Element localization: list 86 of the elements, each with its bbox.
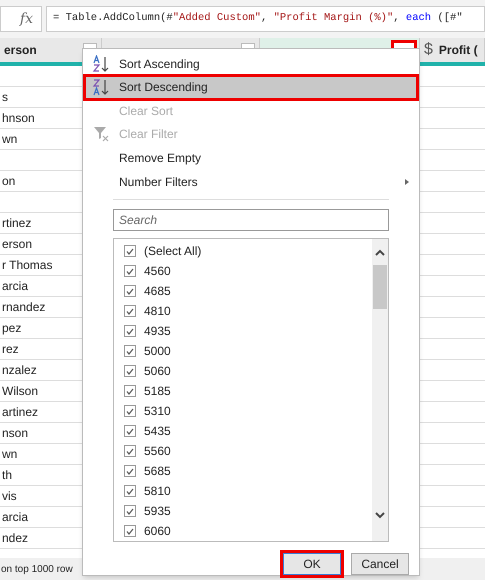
ok-button[interactable]: OK bbox=[283, 553, 341, 576]
clear-filter-icon bbox=[93, 126, 109, 142]
table-cell-text: s bbox=[2, 89, 8, 106]
value-label: 5060 bbox=[144, 363, 171, 380]
table-cell-text: rtinez bbox=[2, 215, 32, 232]
table-cell-text: vis bbox=[2, 488, 17, 505]
checkmark-icon bbox=[126, 288, 134, 295]
checkbox[interactable] bbox=[124, 525, 136, 538]
menu-item[interactable]: Number Filters bbox=[85, 170, 417, 194]
checkmark-icon bbox=[126, 248, 134, 255]
table-cell-text: on bbox=[2, 173, 16, 190]
value-label: 6060 bbox=[144, 523, 171, 540]
checkbox[interactable] bbox=[124, 365, 136, 378]
value-label: 5000 bbox=[144, 343, 171, 360]
value-label: 5810 bbox=[144, 483, 171, 500]
table-cell-text: arcia bbox=[2, 509, 28, 526]
checkmark-icon bbox=[126, 328, 134, 335]
value-label: 4935 bbox=[144, 323, 171, 340]
checkbox[interactable] bbox=[124, 485, 136, 498]
table-cell-text: rnandez bbox=[2, 299, 46, 316]
checkmark-icon bbox=[126, 488, 134, 495]
table-cell-text: pez bbox=[2, 320, 22, 337]
value-label: 5935 bbox=[144, 503, 171, 520]
value-label: 5685 bbox=[144, 463, 171, 480]
value-label: 4560 bbox=[144, 263, 171, 280]
checkbox[interactable] bbox=[124, 465, 136, 478]
value-label: 5435 bbox=[144, 423, 171, 440]
checkbox[interactable] bbox=[124, 345, 136, 358]
checkbox[interactable] bbox=[124, 385, 136, 398]
status-text: on top 1000 row bbox=[1, 562, 73, 576]
currency-symbol: $ bbox=[424, 40, 433, 60]
table-cell-text: ndez bbox=[2, 530, 28, 547]
checkbox[interactable] bbox=[124, 445, 136, 458]
checkbox[interactable] bbox=[124, 245, 136, 258]
checkmark-icon bbox=[126, 428, 134, 435]
checkbox[interactable] bbox=[124, 285, 136, 298]
table-cell-text: hnson bbox=[2, 110, 35, 127]
checkbox[interactable] bbox=[124, 405, 136, 418]
menu-item[interactable]: Sort Ascending bbox=[85, 52, 417, 76]
chevron-down-icon[interactable] bbox=[375, 511, 385, 520]
cancel-button[interactable]: Cancel bbox=[351, 553, 409, 576]
table-cell-text: r Thomas bbox=[2, 257, 52, 274]
checkbox[interactable] bbox=[124, 265, 136, 278]
submenu-arrow-icon bbox=[405, 178, 409, 185]
table-cell-text: artinez bbox=[2, 404, 38, 421]
formula-field[interactable]: = Table.AddColumn(#"Added Custom", "Profit Margin (%)", each ([#" bbox=[46, 6, 485, 32]
value-label: 4685 bbox=[144, 283, 171, 300]
checkbox[interactable] bbox=[124, 325, 136, 338]
value-label: 5560 bbox=[144, 443, 171, 460]
checkmark-icon bbox=[126, 408, 134, 415]
chevron-up-icon[interactable] bbox=[375, 249, 385, 258]
table-cell-text: arcia bbox=[2, 278, 28, 295]
checkmark-icon bbox=[126, 308, 134, 315]
table-cell-text: erson bbox=[2, 236, 32, 253]
table-cell-text: rez bbox=[2, 341, 19, 358]
checkmark-icon bbox=[126, 508, 134, 515]
checkmark-icon bbox=[126, 468, 134, 475]
sort-ascending-icon bbox=[92, 54, 110, 73]
checkmark-icon bbox=[126, 528, 134, 535]
checkmark-icon bbox=[126, 348, 134, 355]
checkmark-icon bbox=[126, 368, 134, 375]
value-label: 5185 bbox=[144, 383, 171, 400]
sort-descending-icon bbox=[92, 78, 110, 96]
table-cell-text: nzalez bbox=[2, 362, 37, 379]
value-label: (Select All) bbox=[144, 243, 202, 260]
search-field[interactable]: Search bbox=[113, 209, 389, 232]
checkmark-icon bbox=[126, 448, 134, 455]
checkbox[interactable] bbox=[124, 505, 136, 518]
scrollbar-thumb[interactable] bbox=[373, 265, 387, 310]
function-label: fx bbox=[20, 10, 33, 28]
table-cell-text: nson bbox=[2, 425, 28, 442]
scrollbar[interactable] bbox=[372, 239, 388, 542]
column-header: Profit ( bbox=[438, 42, 478, 59]
menu-item[interactable]: Remove Empty bbox=[85, 146, 417, 170]
column-header: erson bbox=[4, 42, 37, 59]
table-cell-text: wn bbox=[2, 131, 18, 148]
value-label: 4810 bbox=[144, 303, 171, 320]
checkbox[interactable] bbox=[124, 305, 136, 318]
checkmark-icon bbox=[126, 268, 134, 275]
table-cell-text: Wilson bbox=[2, 383, 38, 400]
checkbox[interactable] bbox=[124, 425, 136, 438]
value-label: 5310 bbox=[144, 403, 171, 420]
menu-item[interactable]: Sort Descending bbox=[85, 76, 417, 100]
table-cell-text: wn bbox=[2, 446, 18, 463]
table-cell-text: th bbox=[2, 467, 12, 484]
checkmark-icon bbox=[126, 388, 134, 395]
